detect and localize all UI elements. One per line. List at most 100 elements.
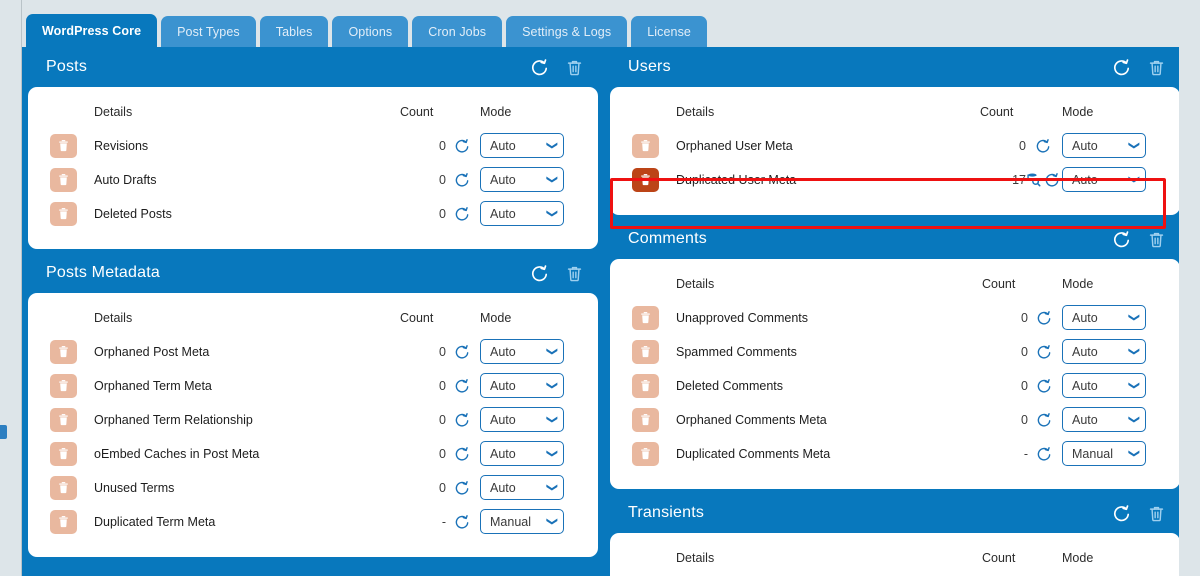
row-trash-button[interactable] bbox=[632, 441, 659, 466]
row-trash-button[interactable] bbox=[50, 441, 77, 466]
column-header-details: Details bbox=[676, 277, 715, 291]
table-header-row: Details Count Mode bbox=[632, 101, 1158, 133]
table-row: Orphaned Term Meta 0 Auto ❯ bbox=[50, 373, 576, 407]
refresh-icon[interactable] bbox=[1112, 58, 1131, 77]
row-trash-button[interactable] bbox=[50, 475, 77, 500]
restore-icon[interactable] bbox=[1044, 172, 1060, 188]
column-header-restore bbox=[1028, 273, 1062, 305]
row-action-cell bbox=[50, 167, 94, 201]
refresh-icon[interactable] bbox=[1112, 504, 1131, 523]
row-count-value: 17 bbox=[1012, 172, 1026, 187]
panel-posts: Posts Details Count Mode Revisions 0 Auto ❯ Auto… bbox=[28, 47, 598, 249]
trash-icon[interactable] bbox=[565, 264, 584, 283]
mode-select[interactable]: Auto ❯ bbox=[1062, 339, 1146, 364]
restore-icon[interactable] bbox=[1035, 138, 1051, 154]
row-action-cell bbox=[632, 339, 676, 373]
tab-cron-jobs[interactable]: Cron Jobs bbox=[412, 16, 503, 48]
restore-icon[interactable] bbox=[454, 206, 470, 222]
chevron-down-icon: ❯ bbox=[545, 380, 558, 391]
row-detail-label: Orphaned Comments Meta bbox=[676, 412, 827, 427]
tab-post-types[interactable]: Post Types bbox=[161, 16, 256, 48]
row-trash-button[interactable] bbox=[50, 201, 77, 226]
mode-select[interactable]: Manual ❯ bbox=[480, 509, 564, 534]
row-action-cell bbox=[50, 373, 94, 407]
row-action-cell bbox=[632, 441, 676, 475]
restore-icon[interactable] bbox=[454, 138, 470, 154]
panel-body: Details Count Mode bbox=[610, 533, 1179, 576]
row-count-value: 0 bbox=[1021, 412, 1028, 427]
row-trash-button[interactable] bbox=[632, 373, 659, 398]
restore-icon[interactable] bbox=[454, 344, 470, 360]
mode-select[interactable]: Auto ❯ bbox=[480, 133, 564, 158]
mode-select[interactable]: Auto ❯ bbox=[480, 167, 564, 192]
mode-select-value: Auto bbox=[490, 138, 516, 153]
row-trash-button[interactable] bbox=[632, 339, 659, 364]
restore-icon[interactable] bbox=[454, 412, 470, 428]
tab-settings-logs[interactable]: Settings & Logs bbox=[506, 16, 628, 48]
panel-title: Comments bbox=[628, 230, 707, 247]
tab-license[interactable]: License bbox=[631, 16, 707, 48]
left-gutter bbox=[0, 0, 22, 576]
restore-icon[interactable] bbox=[454, 514, 470, 530]
restore-icon[interactable] bbox=[1036, 344, 1052, 360]
mode-select[interactable]: Manual ❯ bbox=[1062, 441, 1146, 466]
refresh-icon[interactable] bbox=[530, 58, 549, 77]
mode-select[interactable]: Auto ❯ bbox=[480, 339, 564, 364]
trash-icon[interactable] bbox=[1147, 58, 1166, 77]
restore-icon[interactable] bbox=[1036, 310, 1052, 326]
restore-icon[interactable] bbox=[1036, 412, 1052, 428]
row-trash-button[interactable] bbox=[50, 133, 77, 158]
database-search-icon[interactable] bbox=[1026, 172, 1042, 188]
refresh-icon[interactable] bbox=[1112, 230, 1131, 249]
row-trash-button[interactable] bbox=[50, 373, 77, 398]
trash-icon[interactable] bbox=[1147, 230, 1166, 249]
mode-select[interactable]: Auto ❯ bbox=[480, 373, 564, 398]
restore-icon[interactable] bbox=[1036, 446, 1052, 462]
row-trash-button[interactable] bbox=[632, 407, 659, 432]
row-trash-button[interactable] bbox=[50, 167, 77, 192]
panel-body: Details Count Mode Unapproved Comments 0 Auto… bbox=[610, 259, 1179, 489]
panel-header-actions bbox=[530, 58, 584, 77]
mode-select[interactable]: Auto ❯ bbox=[1062, 133, 1146, 158]
mode-select[interactable]: Auto ❯ bbox=[1062, 305, 1146, 330]
mode-select[interactable]: Auto ❯ bbox=[480, 441, 564, 466]
row-count-value: 0 bbox=[439, 138, 446, 153]
mode-select[interactable]: Auto ❯ bbox=[1062, 373, 1146, 398]
row-restore-cell bbox=[446, 167, 480, 201]
row-trash-button[interactable] bbox=[50, 339, 77, 364]
row-mode-cell: Manual ❯ bbox=[480, 509, 576, 543]
tab-wordpress-core[interactable]: WordPress Core bbox=[26, 14, 158, 48]
row-trash-button[interactable] bbox=[632, 167, 659, 192]
mode-select[interactable]: Auto ❯ bbox=[480, 475, 564, 500]
row-trash-button[interactable] bbox=[50, 509, 77, 534]
trash-icon[interactable] bbox=[1147, 504, 1166, 523]
mode-select[interactable]: Auto ❯ bbox=[480, 201, 564, 226]
mode-select[interactable]: Auto ❯ bbox=[1062, 167, 1146, 192]
trash-icon[interactable] bbox=[565, 58, 584, 77]
restore-icon[interactable] bbox=[454, 172, 470, 188]
restore-icon[interactable] bbox=[454, 446, 470, 462]
tab-tables[interactable]: Tables bbox=[259, 16, 329, 48]
mode-select[interactable]: Auto ❯ bbox=[1062, 407, 1146, 432]
row-action-cell bbox=[50, 475, 94, 509]
row-detail-label: Revisions bbox=[94, 138, 149, 153]
row-restore-cell bbox=[1026, 133, 1062, 167]
panel-users: Users Details Count Mode Orphaned User Meta 0… bbox=[610, 47, 1179, 215]
row-trash-button[interactable] bbox=[50, 407, 77, 432]
row-detail-label: Duplicated Term Meta bbox=[94, 514, 216, 529]
mode-select-value: Auto bbox=[490, 206, 516, 221]
tab-options[interactable]: Options bbox=[332, 16, 409, 48]
refresh-icon[interactable] bbox=[530, 264, 549, 283]
panel-title: Posts Metadata bbox=[46, 264, 160, 281]
restore-icon[interactable] bbox=[454, 378, 470, 394]
panel-header-actions bbox=[530, 264, 584, 283]
column-header-details: Details bbox=[94, 105, 133, 119]
row-trash-button[interactable] bbox=[632, 133, 659, 158]
mode-select[interactable]: Auto ❯ bbox=[480, 407, 564, 432]
row-trash-button[interactable] bbox=[632, 305, 659, 330]
restore-icon[interactable] bbox=[1036, 378, 1052, 394]
row-restore-cell bbox=[1026, 167, 1062, 201]
table-header-row: Details Count Mode bbox=[632, 273, 1158, 305]
table-header-row: Details Count Mode bbox=[50, 307, 576, 339]
restore-icon[interactable] bbox=[454, 480, 470, 496]
